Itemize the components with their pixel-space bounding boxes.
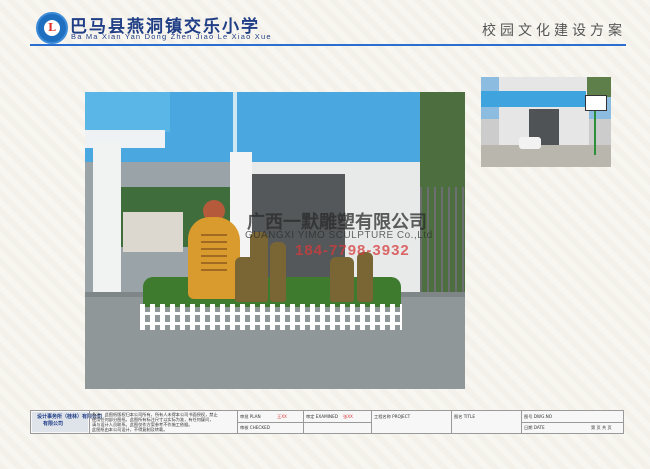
note-line: 此图纸由本公司设计，不得复制及转载。	[92, 427, 168, 432]
company-name-line2: 有限公司	[43, 421, 64, 427]
basketball-hoop-icon	[585, 95, 607, 111]
sculpture-figure	[270, 242, 286, 302]
plan-title: 校园文化建设方案	[482, 23, 626, 39]
site-reference-photo	[481, 77, 611, 167]
header-rule	[30, 44, 626, 46]
white-picket-fence	[140, 304, 402, 330]
sculpture-figure	[357, 252, 373, 302]
examined-value: 张XX	[343, 414, 353, 419]
sculpture-figure	[330, 257, 354, 302]
watermark-phone: 184-7798-3932	[295, 242, 410, 259]
main-rendering-image: 广西一默雕塑有限公司 GUANGXI YIMO SCULPTURE Co.,Lt…	[85, 92, 465, 389]
title-block: 设计事务所（桂林）有限公司 有限公司 备注：此图纸版权归本公司所有，所有人未得本…	[30, 410, 624, 434]
plan-value: 王XX	[277, 414, 287, 419]
examined-label: 审定 EXAMINED	[306, 414, 338, 419]
date-label: 日期 DATE	[524, 425, 545, 430]
school-logo-icon: L	[36, 12, 68, 44]
project-label: 工程名称 PROJECT	[374, 414, 411, 419]
car-icon	[519, 137, 541, 149]
school-name-pinyin: Ba Ma Xian Yan Dong Zhen Jiao Le Xiao Xu…	[71, 32, 272, 41]
check-label: 审核 CHECKED	[240, 425, 270, 430]
title-label: 图名 TITLE	[454, 414, 476, 419]
sheet-label: 第 页 共 页	[591, 425, 612, 430]
watermark-company-en: GUANGXI YIMO SCULPTURE Co.,Ltd	[245, 230, 433, 241]
drawing-no-label: 图号 DWG.NO	[524, 414, 553, 419]
plan-label: 审批 PLAN	[240, 414, 261, 419]
sculpture-figure	[235, 257, 257, 302]
drawing-sheet: L 巴马县燕洞镇交乐小学 Ba Ma Xian Yan Dong Zhen Ji…	[0, 0, 650, 469]
